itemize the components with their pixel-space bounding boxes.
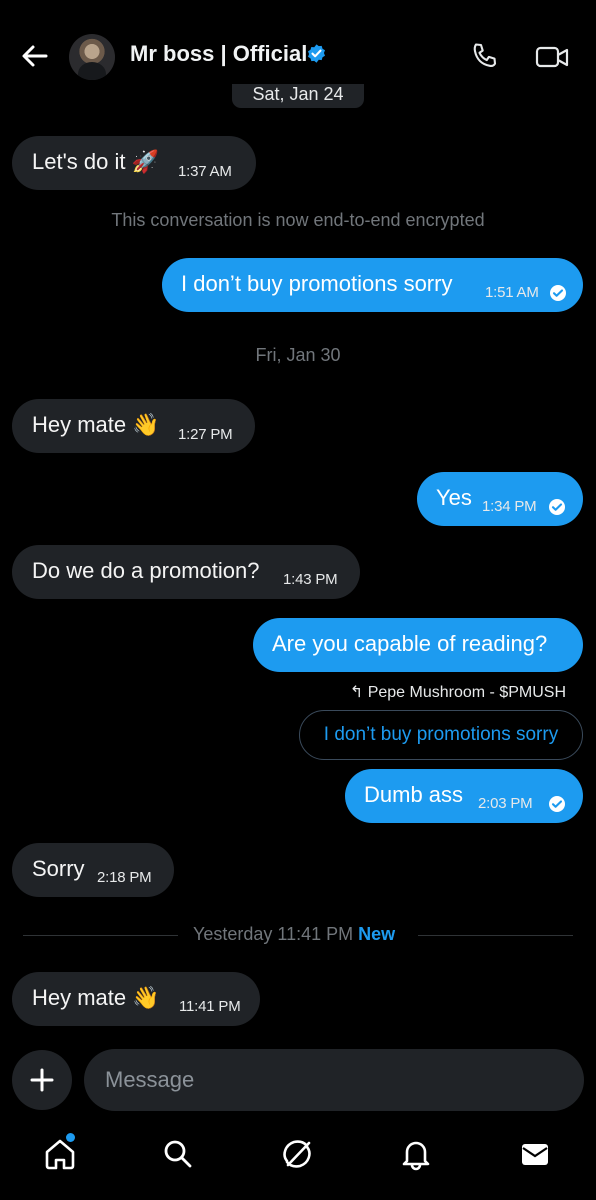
- verified-badge-icon: [308, 44, 325, 63]
- encryption-notice: This conversation is now end-to-end encr…: [111, 210, 485, 230]
- message-time: 1:37 AM: [178, 163, 232, 180]
- message-input[interactable]: Message: [84, 1049, 584, 1111]
- message-time: 11:41 PM: [179, 998, 241, 1015]
- message-time: 1:34 PM: [482, 498, 537, 515]
- message-text: Hey mate 👋: [32, 412, 160, 437]
- arrow-left-icon[interactable]: [18, 40, 50, 72]
- message-text: Are you capable of reading?: [272, 631, 548, 656]
- home-icon[interactable]: [43, 1137, 77, 1171]
- incoming-message[interactable]: Hey mate 👋 11:41 PM: [12, 972, 260, 1026]
- messages-envelope-icon[interactable]: [518, 1137, 552, 1171]
- sent-check-icon: [549, 499, 565, 515]
- sent-check-icon: [549, 796, 565, 812]
- message-text: Dumb ass: [364, 782, 464, 807]
- message-text: Hey mate 👋: [32, 985, 160, 1010]
- outgoing-message[interactable]: Yes 1:34 PM: [417, 472, 583, 526]
- message-time: 1:43 PM: [283, 571, 338, 588]
- date-separator: Sat, Jan 24: [232, 84, 364, 108]
- plus-icon: [30, 1068, 54, 1092]
- avatar[interactable]: [69, 34, 115, 80]
- outgoing-message[interactable]: I don’t buy promotions sorry 1:51 AM: [162, 258, 583, 312]
- message-time: 2:03 PM: [478, 795, 533, 812]
- sent-check-icon: [550, 285, 566, 301]
- video-camera-icon[interactable]: [535, 42, 569, 72]
- page-title[interactable]: Mr boss | Official: [130, 41, 307, 67]
- new-message-divider-line: [23, 935, 178, 936]
- new-message-divider-line: [418, 935, 573, 936]
- new-message-divider: Yesterday 11:41 PM New: [193, 924, 395, 945]
- new-badge: New: [358, 924, 396, 944]
- date-separator: Fri, Jan 30: [255, 345, 341, 365]
- reply-label-text: Pepe Mushroom - $PMUSH: [367, 684, 566, 701]
- home-notification-dot: [66, 1133, 75, 1142]
- notifications-bell-icon[interactable]: [399, 1137, 433, 1171]
- incoming-message[interactable]: Sorry 2:18 PM: [12, 843, 174, 897]
- new-message-time: Yesterday 11:41 PM: [193, 924, 354, 944]
- message-text: Do we do a promotion?: [32, 558, 260, 583]
- message-text: I don’t buy promotions sorry: [181, 271, 453, 296]
- quoted-message[interactable]: I don’t buy promotions sorry: [299, 710, 583, 760]
- search-icon[interactable]: [161, 1137, 195, 1171]
- message-text: Yes: [436, 485, 472, 510]
- outgoing-message[interactable]: Dumb ass 2:03 PM: [345, 769, 583, 823]
- message-text: Let's do it 🚀: [32, 149, 159, 174]
- incoming-message[interactable]: Let's do it 🚀 1:37 AM: [12, 136, 256, 190]
- reply-reference: ↰ Pepe Mushroom - $PMUSH: [350, 682, 566, 702]
- grok-icon[interactable]: [280, 1137, 314, 1171]
- outgoing-message[interactable]: Are you capable of reading?: [253, 618, 583, 672]
- message-time: 1:27 PM: [178, 426, 233, 443]
- message-time: 2:18 PM: [97, 869, 152, 886]
- message-time: 1:51 AM: [485, 284, 539, 301]
- incoming-message[interactable]: Do we do a promotion? 1:43 PM: [12, 545, 360, 599]
- phone-icon[interactable]: [470, 41, 500, 71]
- add-attachment-button[interactable]: [12, 1050, 72, 1110]
- reply-arrow-icon: ↰: [349, 684, 364, 701]
- incoming-message[interactable]: Hey mate 👋 1:27 PM: [12, 399, 255, 453]
- message-text: Sorry: [32, 856, 85, 881]
